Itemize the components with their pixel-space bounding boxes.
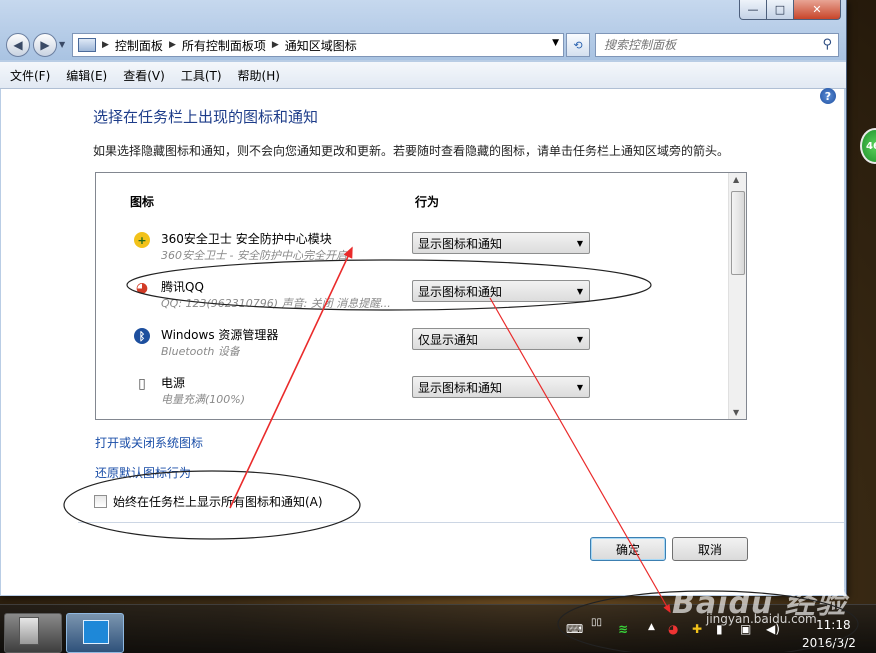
menu-view[interactable]: 查看(V) bbox=[113, 67, 171, 84]
menu-tools[interactable]: 工具(T) bbox=[171, 67, 228, 84]
behavior-select-value: 显示图标和通知 bbox=[418, 236, 503, 251]
chevron-down-icon: ▼ bbox=[576, 287, 583, 296]
page-title: 选择在任务栏上出现的图标和通知 bbox=[93, 108, 319, 126]
behavior-select-value: 仅显示通知 bbox=[418, 332, 479, 347]
close-button[interactable]: ✕ bbox=[793, 0, 841, 20]
clock-date[interactable]: 2016/3/2 bbox=[802, 636, 856, 650]
row-description: 360安全卫士 - 安全防护中心完全开启 bbox=[161, 249, 347, 262]
behavior-select[interactable]: 显示图标和通知 ▼ bbox=[412, 232, 590, 254]
list-item: ᛒ Windows 资源管理器 Bluetooth 设备 仅显示通知 ▼ bbox=[96, 322, 728, 370]
breadcrumb-notification-icons[interactable]: 通知区域图标 bbox=[285, 37, 357, 54]
row-name: 360安全卫士 安全防护中心模块 bbox=[161, 232, 332, 246]
forward-button[interactable]: ▶ bbox=[33, 33, 57, 57]
notification-icons-list: 图标 行为 + 360安全卫士 安全防护中心模块 360安全卫士 - 安全防护中… bbox=[95, 172, 747, 420]
address-dropdown-icon[interactable]: ▼ bbox=[552, 38, 559, 48]
row-name: Windows 资源管理器 bbox=[161, 328, 279, 342]
recent-pages-dropdown-icon[interactable]: ▼ bbox=[59, 40, 65, 49]
page-description: 如果选择隐藏图标和通知，则不会向您通知更改和更新。若要随时查看隐藏的图标，请单击… bbox=[93, 144, 730, 158]
checkbox-label[interactable]: 始终在任务栏上显示所有图标和通知(A) bbox=[113, 493, 323, 510]
list-item: + 360安全卫士 安全防护中心模块 360安全卫士 - 安全防护中心完全开启 … bbox=[96, 226, 728, 274]
chevron-down-icon: ▼ bbox=[576, 335, 583, 344]
list-item: ◕ 腾讯QQ QQ: 123(962310796) 声音: 关闭 消息提醒...… bbox=[96, 274, 728, 322]
row-description: QQ: 123(962310796) 声音: 关闭 消息提醒... bbox=[161, 297, 391, 310]
menu-file[interactable]: 文件(F) bbox=[0, 67, 56, 84]
list-item: ▯ 电源 电量充满(100%) 显示图标和通知 ▼ bbox=[96, 370, 728, 418]
qq-penguin-icon: ◕ bbox=[135, 280, 149, 296]
behavior-select-value: 显示图标和通知 bbox=[418, 380, 503, 395]
maximize-button[interactable]: □ bbox=[766, 0, 794, 20]
behavior-select[interactable]: 显示图标和通知 ▼ bbox=[412, 376, 590, 398]
help-icon[interactable]: ? bbox=[820, 88, 836, 104]
always-show-all-checkbox[interactable]: 始终在任务栏上显示所有图标和通知(A) bbox=[94, 493, 323, 510]
breadcrumb-separator[interactable]: ▶ bbox=[102, 40, 109, 50]
behavior-select-value: 显示图标和通知 bbox=[418, 284, 503, 299]
wifi-icon[interactable]: ≋ bbox=[618, 622, 628, 636]
behavior-select[interactable]: 显示图标和通知 ▼ bbox=[412, 280, 590, 302]
scroll-up-icon[interactable]: ▲ bbox=[733, 175, 739, 184]
taskbar-control-panel-button[interactable] bbox=[66, 613, 124, 653]
breadcrumb-control-panel[interactable]: 控制面板 bbox=[115, 37, 163, 54]
control-panel-window: — □ ✕ ◀ ▶ ▼ ▶ 控制面板 ▶ 所有控制面板项 ▶ 通知区域图标 ▼ … bbox=[0, 0, 847, 596]
row-description: 电量充满(100%) bbox=[161, 393, 246, 406]
search-icon[interactable]: ⚲ bbox=[822, 37, 832, 52]
row-description: Bluetooth 设备 bbox=[161, 345, 240, 358]
power-plug-icon: ▯ bbox=[138, 376, 146, 392]
computer-icon bbox=[19, 617, 39, 645]
control-panel-icon bbox=[78, 38, 96, 52]
behavior-select[interactable]: 仅显示通知 ▼ bbox=[412, 328, 590, 350]
search-input[interactable] bbox=[602, 37, 806, 53]
menu-help[interactable]: 帮助(H) bbox=[228, 67, 286, 84]
address-bar[interactable]: ▶ 控制面板 ▶ 所有控制面板项 ▶ 通知区域图标 ▼ bbox=[72, 33, 564, 57]
back-button[interactable]: ◀ bbox=[6, 33, 30, 57]
breadcrumb-separator[interactable]: ▶ bbox=[169, 40, 176, 50]
search-box[interactable]: ⚲ bbox=[595, 33, 839, 57]
chevron-down-icon: ▼ bbox=[576, 239, 583, 248]
toggle-system-icons-link[interactable]: 打开或关闭系统图标 bbox=[95, 434, 203, 451]
column-header-icon: 图标 bbox=[130, 195, 155, 209]
360-shield-icon: + bbox=[134, 232, 150, 248]
column-header-behavior: 行为 bbox=[415, 195, 440, 209]
title-bar: — □ ✕ ◀ ▶ ▼ ▶ 控制面板 ▶ 所有控制面板项 ▶ 通知区域图标 ▼ … bbox=[0, 0, 846, 60]
network-icon[interactable]: ▯▯ bbox=[591, 617, 602, 628]
scrollbar-thumb[interactable] bbox=[731, 191, 745, 275]
menu-edit[interactable]: 编辑(E) bbox=[56, 67, 113, 84]
chevron-down-icon: ▼ bbox=[576, 383, 583, 392]
scroll-down-icon[interactable]: ▼ bbox=[733, 408, 739, 417]
refresh-button[interactable]: ⟲ bbox=[566, 33, 590, 57]
row-name: 腾讯QQ bbox=[161, 280, 204, 294]
baidu-watermark-url: jingyan.baidu.com bbox=[706, 612, 817, 626]
bluetooth-icon: ᛒ bbox=[134, 328, 150, 344]
keyboard-icon[interactable]: ⌨ bbox=[566, 622, 583, 636]
show-hidden-icons-arrow-icon[interactable]: ▲ bbox=[648, 622, 655, 632]
vertical-scrollbar[interactable]: ▲ ▼ bbox=[728, 173, 746, 419]
restore-default-behavior-link[interactable]: 还原默认图标行为 bbox=[95, 464, 191, 481]
menu-bar: 文件(F) 编辑(E) 查看(V) 工具(T) 帮助(H) bbox=[0, 62, 846, 89]
checkbox[interactable] bbox=[94, 495, 107, 508]
360-tray-icon[interactable]: ✚ bbox=[692, 622, 702, 636]
ok-button[interactable]: 确定 bbox=[590, 537, 666, 561]
cancel-button[interactable]: 取消 bbox=[672, 537, 748, 561]
row-name: 电源 bbox=[161, 376, 186, 390]
breadcrumb-separator[interactable]: ▶ bbox=[272, 40, 279, 50]
divider bbox=[78, 522, 844, 523]
minimize-button[interactable]: — bbox=[739, 0, 767, 20]
control-panel-icon bbox=[83, 620, 109, 644]
qq-tray-icon[interactable]: ◕ bbox=[668, 622, 678, 636]
start-button[interactable] bbox=[4, 613, 62, 653]
breadcrumb-all-items[interactable]: 所有控制面板项 bbox=[182, 37, 266, 54]
